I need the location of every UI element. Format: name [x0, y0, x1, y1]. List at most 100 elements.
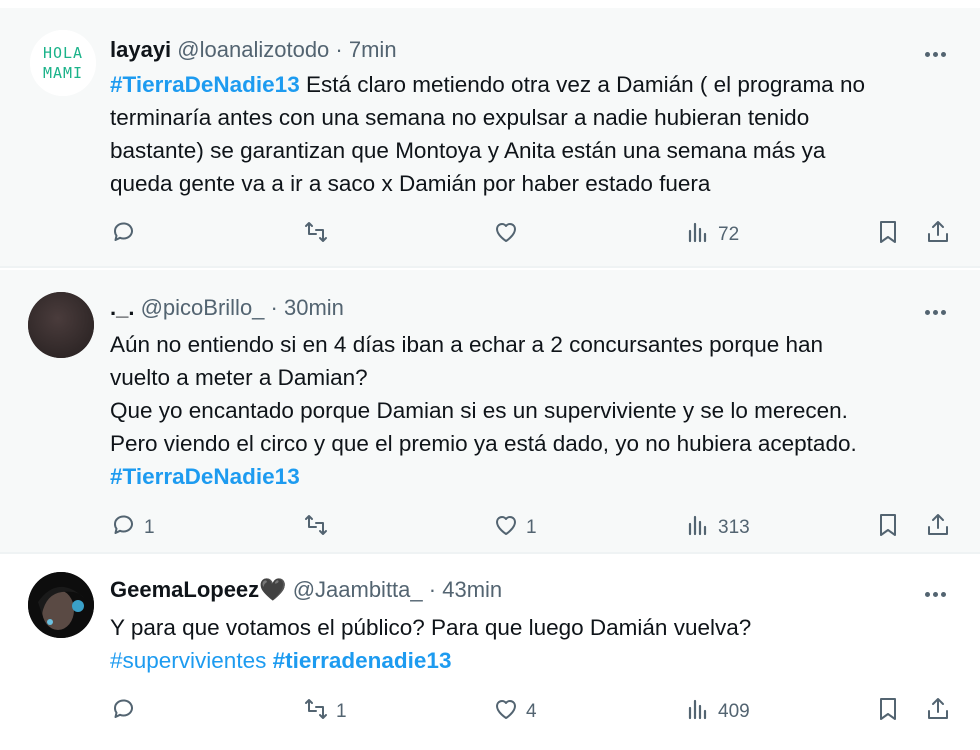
retweet-icon — [302, 511, 330, 545]
reply-button[interactable] — [110, 692, 144, 732]
tweet-text: #TierraDeNadie13 Está claro metiendo otr… — [110, 68, 960, 200]
text-segment: terminaría antes con una semana no expul… — [110, 105, 810, 130]
tweet-header: GeemaLopeez🖤 @Jaambitta_ · 43min — [110, 576, 502, 604]
tweet-text-line: terminaría antes con una semana no expul… — [110, 101, 960, 134]
views-icon — [684, 218, 712, 252]
retweet-icon — [302, 218, 330, 252]
more-icon[interactable] — [920, 584, 950, 604]
tweet-text-line: Y para que votamos el público? Para que … — [110, 611, 960, 644]
share-button[interactable] — [924, 508, 952, 548]
share-icon — [924, 695, 952, 729]
views-count: 409 — [718, 701, 750, 722]
tweet-text-line: vuelto a meter a Damian? — [110, 361, 960, 394]
tweet-header: layayi @loanalizotodo · 7min — [110, 36, 397, 64]
avatar-text-top: HOLA — [43, 44, 83, 62]
tweet-text-line: #TierraDeNadie13 Está claro metiendo otr… — [110, 68, 960, 101]
tweet-actions: 72 — [0, 215, 980, 255]
display-name[interactable]: layayi — [110, 37, 171, 62]
bookmark-icon — [874, 218, 902, 252]
like-button[interactable]: 1 — [492, 508, 537, 548]
like-icon — [492, 218, 520, 252]
avatar-text-bottom: MAMI — [43, 64, 83, 82]
tweet-actions: 1 1 313 — [0, 508, 980, 548]
separator: · — [428, 577, 437, 602]
bookmark-icon — [874, 511, 902, 545]
like-count: 1 — [526, 517, 537, 538]
text-segment: Y para que votamos el público? Para que … — [110, 615, 752, 640]
text-segment: queda gente va a ir a saco x Damián por … — [110, 171, 711, 196]
views-button[interactable]: 313 — [684, 508, 750, 548]
tweet-text-line: #supervivientes #tierradenadie13 — [110, 644, 960, 677]
reply-icon — [110, 218, 138, 252]
share-icon — [924, 511, 952, 545]
retweet-button[interactable]: 1 — [302, 692, 347, 732]
tweet[interactable]: HOLA MAMI layayi @loanalizotodo · 7min #… — [0, 0, 980, 268]
bookmark-icon — [874, 695, 902, 729]
reply-icon — [110, 511, 138, 545]
separator: · — [270, 295, 278, 320]
share-button[interactable] — [924, 215, 952, 255]
retweet-icon — [302, 695, 330, 729]
tweet-text-line: Aún no entiendo si en 4 días iban a echa… — [110, 328, 960, 361]
tweet-text: Y para que votamos el público? Para que … — [110, 611, 960, 677]
tweet-text-line: #TierraDeNadie13 — [110, 460, 960, 493]
user-handle[interactable]: @picoBrillo_ — [141, 295, 265, 320]
text-segment: Aún no entiendo si en 4 días iban a echa… — [110, 332, 824, 357]
text-segment: bastante) se garantizan que Montoya y An… — [110, 138, 826, 163]
timestamp[interactable]: 43min — [442, 577, 502, 602]
avatar[interactable] — [28, 292, 94, 358]
tweet-text-line: Pero viendo el circo y que el premio ya … — [110, 427, 960, 460]
user-handle[interactable]: @Jaambitta_ — [293, 577, 423, 602]
like-button[interactable]: 4 — [492, 692, 537, 732]
tweet-header: ._. @picoBrillo_ · 30min — [110, 294, 344, 322]
like-icon — [492, 695, 520, 729]
display-name[interactable]: GeemaLopeez🖤 — [110, 577, 287, 602]
views-count: 313 — [718, 517, 750, 538]
retweet-button[interactable] — [302, 508, 336, 548]
retweet-button[interactable] — [302, 215, 336, 255]
tweet[interactable]: ._. @picoBrillo_ · 30min Aún no entiendo… — [0, 270, 980, 554]
views-button[interactable]: 409 — [684, 692, 750, 732]
timestamp[interactable]: 7min — [349, 37, 397, 62]
hashtag-link[interactable]: #TierraDeNadie13 — [110, 464, 300, 489]
share-icon — [924, 218, 952, 252]
views-count: 72 — [718, 224, 740, 245]
views-button[interactable]: 72 — [684, 215, 739, 255]
tweet-text-line: Que yo encantado porque Damian si es un … — [110, 394, 960, 427]
reply-button[interactable]: 1 — [110, 508, 155, 548]
like-icon — [492, 511, 520, 545]
more-icon[interactable] — [920, 302, 950, 322]
user-handle[interactable]: @loanalizotodo — [177, 37, 329, 62]
tweet-text-line: queda gente va a ir a saco x Damián por … — [110, 167, 960, 200]
avatar[interactable] — [28, 572, 94, 638]
timestamp[interactable]: 30min — [284, 295, 344, 320]
display-name[interactable]: ._. — [110, 295, 134, 320]
tweet-text: Aún no entiendo si en 4 días iban a echa… — [110, 328, 960, 493]
tweet-actions: 1 4 409 — [0, 692, 980, 732]
reply-button[interactable] — [110, 215, 144, 255]
hashtag-link[interactable]: #tierradenadie13 — [273, 648, 452, 673]
hashtag-link[interactable]: #TierraDeNadie13 — [110, 72, 300, 97]
text-segment: Está claro metiendo otra vez a Damián ( … — [299, 72, 865, 97]
like-button[interactable] — [492, 215, 526, 255]
bookmark-button[interactable] — [874, 215, 902, 255]
hashtag-link[interactable]: #supervivientes — [110, 648, 266, 673]
bookmark-button[interactable] — [874, 508, 902, 548]
text-segment: Pero viendo el circo y que el premio ya … — [110, 431, 857, 456]
like-count: 4 — [526, 701, 537, 722]
text-segment: vuelto a meter a Damian? — [110, 365, 368, 390]
reply-icon — [110, 695, 138, 729]
separator: · — [335, 37, 343, 62]
views-icon — [684, 695, 712, 729]
retweet-count: 1 — [336, 701, 347, 722]
reply-count: 1 — [144, 517, 155, 538]
views-icon — [684, 511, 712, 545]
timeline-feed: HOLA MAMI layayi @loanalizotodo · 7min #… — [0, 0, 980, 750]
tweet[interactable]: GeemaLopeez🖤 @Jaambitta_ · 43min Y para … — [0, 556, 980, 750]
bookmark-button[interactable] — [874, 692, 902, 732]
more-icon[interactable] — [920, 44, 950, 64]
avatar[interactable]: HOLA MAMI — [30, 30, 96, 96]
tweet-text-line: bastante) se garantizan que Montoya y An… — [110, 134, 960, 167]
text-segment: Que yo encantado porque Damian si es un … — [110, 398, 848, 423]
share-button[interactable] — [924, 692, 952, 732]
